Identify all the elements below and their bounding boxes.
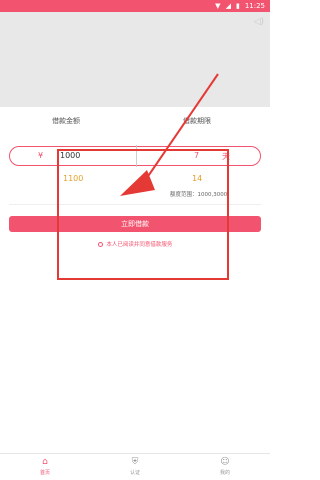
- term-label: 借款期限: [183, 117, 211, 125]
- currency-symbol: ¥: [38, 151, 44, 160]
- tab-verify[interactable]: ⛨ 认证: [90, 454, 180, 480]
- signal-icon: ◢: [225, 1, 231, 10]
- status-time: 11:25: [244, 2, 265, 10]
- home-icon: ⌂: [42, 457, 48, 467]
- user-icon: ☺: [220, 457, 230, 467]
- amount-label: 借款金额: [52, 117, 80, 125]
- mute-icon[interactable]: ◁): [254, 17, 264, 27]
- wifi-icon: ▼: [215, 1, 221, 10]
- form-labels: 借款金额 借款期限: [0, 116, 270, 130]
- tab-home[interactable]: ⌂ 首页: [0, 454, 90, 480]
- tab-label-home: 首页: [39, 470, 50, 476]
- battery-icon: ▮: [235, 1, 240, 10]
- tab-label-mine: 我的: [219, 470, 230, 476]
- status-bar: ▼ ◢ ▮ 11:25: [0, 0, 270, 12]
- banner-area: ◁): [0, 12, 270, 107]
- annotation-highlight-box: [57, 149, 229, 280]
- tab-label-verify: 认证: [129, 470, 140, 476]
- tab-mine[interactable]: ☺ 我的: [180, 454, 270, 480]
- bottom-tab-bar: ⌂ 首页 ⛨ 认证 ☺ 我的: [0, 453, 270, 480]
- shield-icon: ⛨: [131, 457, 139, 467]
